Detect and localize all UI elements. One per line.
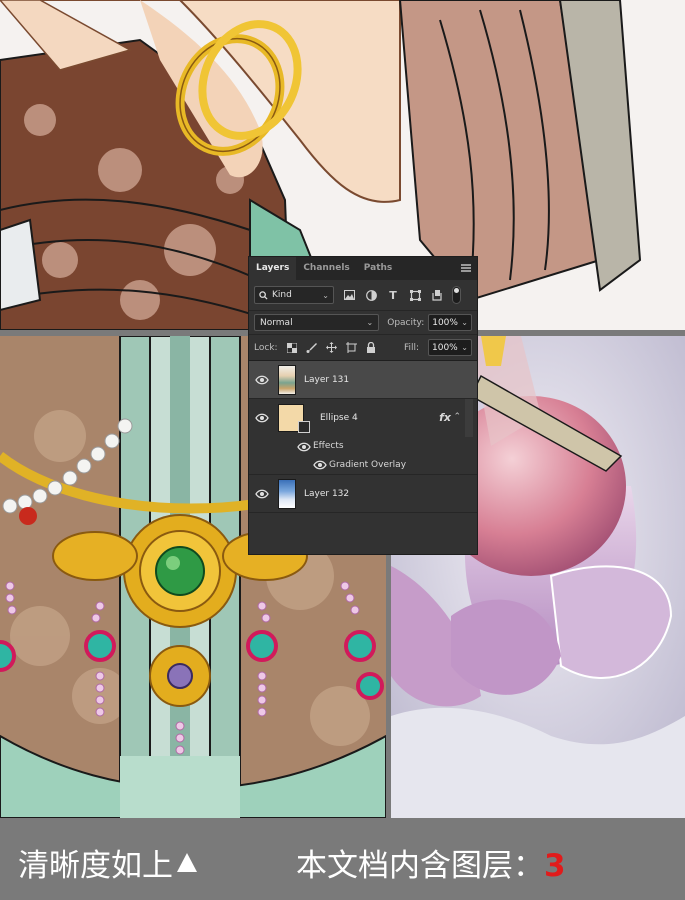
tab-paths[interactable]: Paths xyxy=(357,257,400,280)
fill-label: Fill: xyxy=(403,342,419,353)
filter-toggle[interactable] xyxy=(452,286,461,304)
image-filter-icon[interactable] xyxy=(342,288,356,302)
adjustment-filter-icon[interactable] xyxy=(364,288,378,302)
lock-label: Lock: xyxy=(254,342,278,353)
layer-name[interactable]: Layer 131 xyxy=(304,375,349,385)
layer-row[interactable]: Layer 132 xyxy=(249,475,477,513)
smart-object-filter-icon[interactable] xyxy=(430,288,444,302)
effects-row[interactable]: Effects xyxy=(249,437,477,456)
kind-filter-select[interactable]: Kind ⌄ xyxy=(254,286,334,304)
lock-transparent-pixels-icon[interactable] xyxy=(286,342,297,353)
layer-count-value: 3 xyxy=(544,848,566,884)
layer-count-note: 本文档内含图层：3 xyxy=(296,840,566,885)
panel-menu-icon[interactable] xyxy=(461,264,471,272)
visibility-eye-icon[interactable] xyxy=(297,442,311,452)
opacity-value: 100% xyxy=(432,317,458,328)
effect-item[interactable]: Gradient Overlay xyxy=(249,456,477,475)
clarity-note-text: 清晰度如上 xyxy=(18,848,173,884)
tab-layers[interactable]: Layers xyxy=(249,257,297,280)
visibility-eye-icon[interactable] xyxy=(255,375,269,385)
layer-effects-icon[interactable]: fx xyxy=(439,411,451,424)
opacity-field[interactable]: 100% ⌄ xyxy=(428,314,472,331)
tab-channels[interactable]: Channels xyxy=(296,257,356,280)
clarity-note: 清晰度如上 xyxy=(18,840,197,885)
lock-all-icon[interactable] xyxy=(366,342,376,353)
visibility-eye-icon[interactable] xyxy=(313,460,327,470)
kind-filter-label: Kind xyxy=(272,290,292,300)
effect-name: Gradient Overlay xyxy=(329,460,407,470)
lock-image-pixels-icon[interactable] xyxy=(306,342,317,353)
opacity-label: Opacity: xyxy=(387,317,425,328)
chevron-down-icon: ⌄ xyxy=(461,343,468,352)
search-icon xyxy=(259,290,268,300)
layer-row[interactable]: Layer 131 xyxy=(249,361,477,399)
layer-thumbnail xyxy=(278,479,296,509)
visibility-eye-icon[interactable] xyxy=(255,413,269,423)
layer-name[interactable]: Ellipse 4 xyxy=(320,413,358,423)
triangle-up-icon xyxy=(177,853,197,872)
layers-panel: Layers Channels Paths Kind ⌄ T Normal ⌄ … xyxy=(248,256,478,555)
blend-mode-select[interactable]: Normal ⌄ xyxy=(254,314,380,331)
layer-filter-row: Kind ⌄ T xyxy=(249,280,477,311)
lock-fill-row: Lock: Fill: 100% ⌄ xyxy=(249,335,477,361)
chevron-down-icon: ⌄ xyxy=(461,318,468,327)
visibility-eye-icon[interactable] xyxy=(255,489,269,499)
effects-label: Effects xyxy=(313,441,344,451)
panel-scrollbar[interactable] xyxy=(465,399,473,437)
blend-mode-value: Normal xyxy=(260,317,293,328)
chevron-down-icon: ⌄ xyxy=(366,318,374,327)
vector-mask-icon xyxy=(298,421,310,433)
panel-tab-bar: Layers Channels Paths xyxy=(249,257,477,280)
info-banner: 清晰度如上 本文档内含图层：3 xyxy=(0,818,685,900)
layer-row[interactable]: Ellipse 4 fx ⌃ xyxy=(249,399,477,437)
type-filter-icon[interactable]: T xyxy=(386,288,400,302)
layer-name[interactable]: Layer 132 xyxy=(304,489,349,499)
fill-value: 100% xyxy=(432,342,458,353)
lock-position-icon[interactable] xyxy=(325,342,337,353)
layer-count-label: 本文档内含图层： xyxy=(296,848,544,884)
blend-opacity-row: Normal ⌄ Opacity: 100% ⌄ xyxy=(249,311,477,335)
layer-thumbnail xyxy=(278,365,296,395)
shape-filter-icon[interactable] xyxy=(408,288,422,302)
chevron-down-icon: ⌄ xyxy=(322,290,329,300)
collapse-effects-icon[interactable]: ⌃ xyxy=(453,412,461,422)
lock-artboard-icon[interactable] xyxy=(345,342,357,353)
fill-field[interactable]: 100% ⌄ xyxy=(428,339,472,356)
